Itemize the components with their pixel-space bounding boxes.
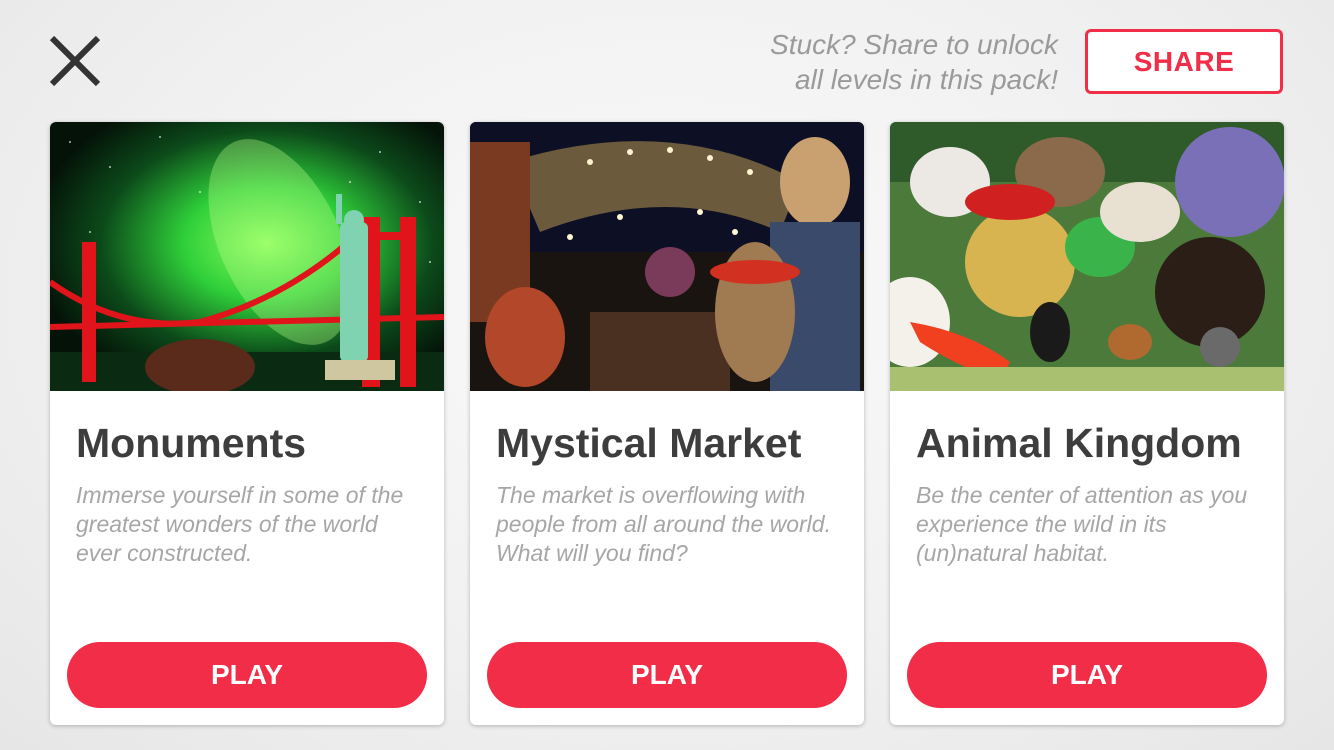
- share-button[interactable]: SHARE: [1085, 29, 1283, 94]
- monuments-pack-image: [50, 122, 444, 391]
- pack-description: Immerse yourself in some of the greatest…: [76, 482, 404, 566]
- close-button[interactable]: [44, 30, 106, 92]
- pack-title: Mystical Market: [496, 420, 802, 466]
- share-unlock-message: Stuck? Share to unlock all levels in thi…: [698, 27, 1058, 97]
- mystical-market-pack-image: [470, 122, 864, 391]
- animal-kingdom-pack-image: [890, 122, 1284, 391]
- pack-description: The market is overflowing with people fr…: [496, 482, 831, 566]
- pack-card-animal-kingdom: Animal Kingdom Be the center of attentio…: [890, 122, 1284, 725]
- share-message-line-2: all levels in this pack!: [794, 64, 1058, 95]
- pack-description: Be the center of attention as you experi…: [916, 482, 1248, 566]
- play-button-animal-kingdom[interactable]: PLAY: [907, 642, 1267, 708]
- share-message-line-1: Stuck? Share to unlock: [770, 29, 1058, 60]
- pack-title: Animal Kingdom: [916, 420, 1242, 466]
- close-x-icon: [49, 35, 101, 87]
- pack-card-monuments: Monuments Immerse yourself in some of th…: [50, 122, 444, 725]
- play-button-mystical-market[interactable]: PLAY: [487, 642, 847, 708]
- pack-card-mystical-market: Mystical Market The market is overflowin…: [470, 122, 864, 725]
- pack-title: Monuments: [76, 420, 307, 466]
- play-button-monuments[interactable]: PLAY: [67, 642, 427, 708]
